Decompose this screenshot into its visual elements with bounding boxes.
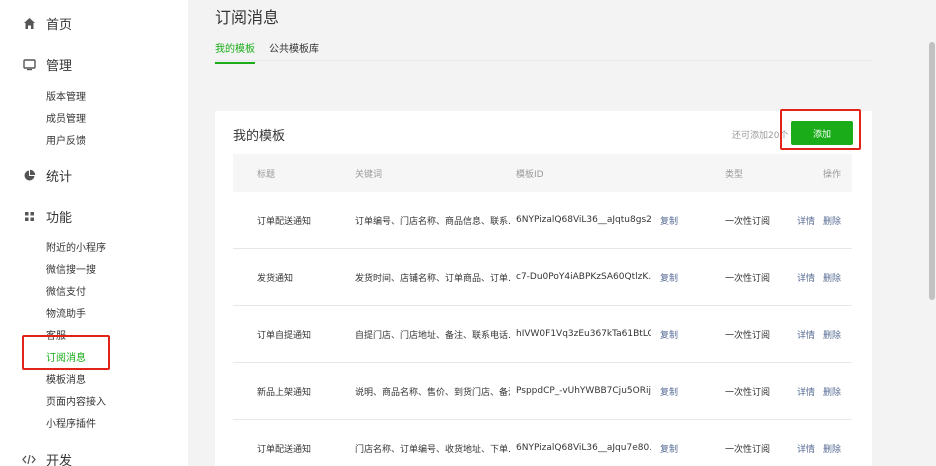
copy-link[interactable]: 复制 [660, 385, 678, 398]
template-table: 标题 关键词 模板ID 类型 操作 订单配送通知 订单编号、门店名称、商品信息、… [233, 154, 852, 466]
home-icon [22, 17, 36, 31]
sidebar-item-members[interactable]: 成员管理 [46, 110, 86, 125]
template-card: 我的模板 还可添加20个 添加 标题 关键词 模板ID 类型 操作 订单配送通知… [215, 111, 872, 466]
table-row: 订单配送通知 门店名称、订单编号、收货地址、下单… 6NYPizalQ68ViL… [233, 420, 852, 466]
row-template-id: 6NYPizalQ68ViL36__aJqtu8gs2… [516, 215, 651, 225]
detail-link[interactable]: 详情 [797, 445, 815, 455]
row-template-id: 6NYPizalQ68ViL36__aJqu7e80… [516, 443, 651, 453]
column-header-id: 模板ID [516, 169, 544, 180]
copy-link[interactable]: 复制 [660, 214, 678, 227]
sidebar-item-nearby[interactable]: 附近的小程序 [46, 239, 106, 254]
row-actions: 详情 删除 [797, 214, 849, 227]
row-title: 订单配送通知 [257, 444, 312, 455]
sidebar-item-feedback[interactable]: 用户反馈 [46, 132, 86, 147]
row-keywords: 订单编号、门店名称、商品信息、联系… [355, 216, 510, 227]
row-type: 一次性订阅 [725, 387, 771, 398]
delete-link[interactable]: 删除 [823, 388, 841, 398]
row-title: 发货通知 [257, 273, 294, 284]
sidebar-item-version[interactable]: 版本管理 [46, 88, 86, 103]
table-row: 订单自提通知 自提门店、门店地址、备注、联系电话… hIVW0F1Vq3zEu3… [233, 306, 852, 363]
row-actions: 详情 删除 [797, 442, 849, 455]
row-type: 一次性订阅 [725, 273, 771, 284]
delete-link[interactable]: 删除 [823, 217, 841, 227]
table-row: 发货通知 发货时间、店铺名称、订单商品、订单… c7-Du0PoY4iABPKz… [233, 249, 852, 306]
row-template-id: c7-Du0PoY4iABPKzSA60QtlzK… [516, 272, 651, 282]
row-type: 一次性订阅 [725, 330, 771, 341]
detail-link[interactable]: 详情 [797, 331, 815, 341]
sidebar-item-dev[interactable]: 开发 [22, 450, 72, 466]
column-header-keywords: 关键词 [355, 169, 383, 180]
detail-link[interactable]: 详情 [797, 274, 815, 284]
sidebar-item-label: 功能 [46, 211, 73, 226]
table-row: 新品上架通知 说明、商品名称、售价、到货门店、备注 PsppdCP_-vUhYW… [233, 363, 852, 420]
row-title: 订单自提通知 [257, 330, 312, 341]
delete-link[interactable]: 删除 [823, 331, 841, 341]
detail-link[interactable]: 详情 [797, 388, 815, 398]
scrollbar-thumb[interactable] [929, 42, 935, 300]
sidebar-item-logistics[interactable]: 物流助手 [46, 305, 86, 320]
sidebar-item-search[interactable]: 微信搜一搜 [46, 261, 96, 276]
row-type: 一次性订阅 [725, 216, 771, 227]
table-row: 订单配送通知 订单编号、门店名称、商品信息、联系… 6NYPizalQ68ViL… [233, 192, 852, 249]
row-keywords: 说明、商品名称、售价、到货门店、备注 [355, 387, 510, 398]
row-actions: 详情 删除 [797, 328, 849, 341]
sidebar-item-label: 开发 [46, 454, 73, 466]
row-keywords: 门店名称、订单编号、收货地址、下单… [355, 444, 510, 455]
row-actions: 详情 删除 [797, 385, 849, 398]
highlight-box-add [780, 109, 861, 150]
sidebar-item-home[interactable]: 首页 [22, 14, 72, 33]
row-title: 新品上架通知 [257, 387, 312, 398]
sidebar-item-pay[interactable]: 微信支付 [46, 283, 86, 298]
sidebar-item-label: 首页 [46, 18, 73, 33]
delete-link[interactable]: 删除 [823, 445, 841, 455]
sidebar-item-stats[interactable]: 统计 [22, 166, 72, 185]
row-keywords: 发货时间、店铺名称、订单商品、订单… [355, 273, 510, 284]
row-title: 订单配送通知 [257, 216, 312, 227]
row-type: 一次性订阅 [725, 444, 771, 455]
column-header-type: 类型 [725, 169, 744, 180]
row-template-id: hIVW0F1Vq3zEu367kTa61BtLO… [516, 329, 651, 339]
sidebar-item-content[interactable]: 页面内容接入 [46, 393, 106, 408]
grid-icon [22, 210, 36, 224]
main-content: 订阅消息 我的模板 公共模板库 我的模板 还可添加20个 添加 标题 关键词 模… [188, 0, 936, 466]
row-actions: 详情 删除 [797, 271, 849, 284]
pie-chart-icon [22, 169, 36, 183]
column-header-title: 标题 [257, 169, 276, 180]
table-header: 标题 关键词 模板ID 类型 操作 [233, 154, 852, 192]
sidebar-item-features[interactable]: 功能 [22, 207, 72, 226]
copy-link[interactable]: 复制 [660, 271, 678, 284]
sidebar-item-plugin[interactable]: 小程序插件 [46, 415, 96, 430]
row-template-id: PsppdCP_-vUhYWBB7Cju5ORij… [516, 386, 651, 396]
column-header-actions: 操作 [823, 169, 842, 180]
copy-link[interactable]: 复制 [660, 328, 678, 341]
detail-link[interactable]: 详情 [797, 217, 815, 227]
highlight-box-subscribe [22, 335, 110, 370]
sidebar-item-template[interactable]: 模板消息 [46, 371, 86, 386]
copy-link[interactable]: 复制 [660, 442, 678, 455]
card-title: 我的模板 [233, 129, 286, 144]
row-keywords: 自提门店、门店地址、备注、联系电话… [355, 330, 510, 341]
sidebar: 首页 管理 版本管理 成员管理 用户反馈 统计 功能 附近的小程序 微信搜一搜 … [0, 0, 188, 466]
delete-link[interactable]: 删除 [823, 274, 841, 284]
sidebar-item-label: 管理 [46, 59, 73, 74]
tab-divider [215, 60, 872, 61]
page-title: 订阅消息 [215, 8, 280, 27]
code-icon [22, 453, 36, 466]
sidebar-item-label: 统计 [46, 170, 73, 185]
monitor-icon [22, 58, 36, 72]
sidebar-item-manage[interactable]: 管理 [22, 55, 72, 74]
